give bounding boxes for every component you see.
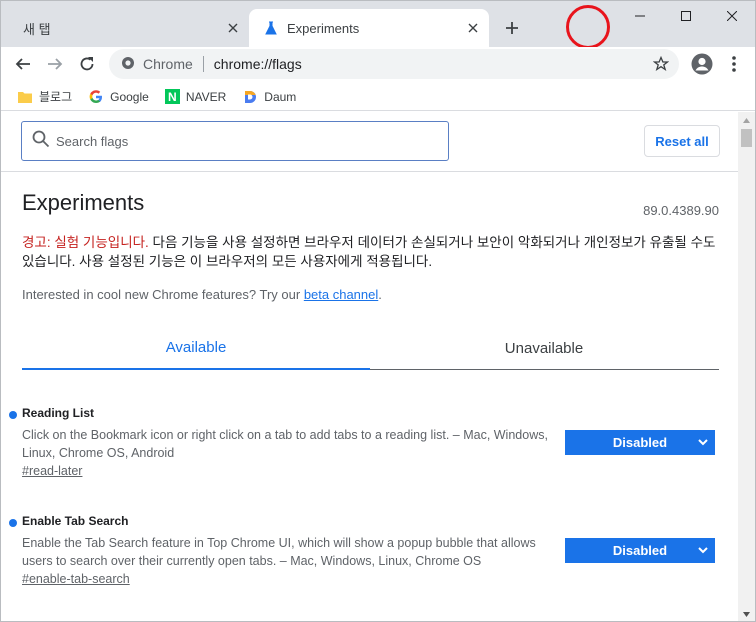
- flag-description: Click on the Bookmark icon or right clic…: [22, 428, 548, 460]
- tab-unavailable[interactable]: Unavailable: [370, 327, 718, 370]
- omnibox-separator: [202, 56, 204, 72]
- menu-button[interactable]: [719, 49, 749, 79]
- google-icon: [88, 89, 104, 105]
- daum-icon: [242, 89, 258, 105]
- scroll-thumb[interactable]: [741, 129, 752, 147]
- tab-strip: 새 탭 Experiments: [1, 1, 755, 49]
- address-bar[interactable]: Chrome chrome://flags: [109, 49, 679, 79]
- search-header: Reset all: [1, 112, 739, 172]
- warning-label: 경고: 실험 기능입니다.: [22, 235, 149, 250]
- minimize-button[interactable]: [617, 1, 663, 31]
- bookmarks-bar: 블로그 Google N NAVER Daum: [1, 83, 755, 111]
- close-icon[interactable]: [463, 18, 483, 38]
- arrow-left-icon: [15, 58, 30, 70]
- flag-name: Enable Tab Search: [22, 514, 129, 528]
- close-icon[interactable]: [223, 18, 243, 38]
- search-icon: [32, 130, 50, 153]
- warning-text: 경고: 실험 기능입니다. 다음 기능을 사용 설정하면 브라우저 데이터가 손…: [22, 233, 722, 271]
- avatar-icon: [691, 53, 713, 75]
- flags-page: Reset all Experiments 89.0.4389.90 경고: 실…: [1, 112, 739, 621]
- tab-experiments[interactable]: Experiments: [249, 9, 489, 47]
- annotation-circle: [566, 5, 610, 49]
- flag-state-value: Disabled: [612, 543, 668, 558]
- beta-channel-note: Interested in cool new Chrome features? …: [22, 287, 382, 302]
- enabled-dot-icon: [9, 411, 17, 419]
- flag-state-value: Disabled: [612, 435, 668, 450]
- flag-name: Reading List: [22, 406, 95, 420]
- chrome-logo-icon: [121, 56, 135, 73]
- chevron-down-icon: [697, 544, 709, 559]
- chevron-down-icon: [697, 436, 709, 451]
- tab-new-tab[interactable]: 새 탭: [9, 9, 249, 47]
- reload-icon: [80, 57, 94, 71]
- beta-channel-link[interactable]: beta channel: [304, 287, 378, 302]
- flag-description: Enable the Tab Search feature in Top Chr…: [22, 536, 536, 568]
- interested-text: Interested in cool new Chrome features? …: [22, 287, 304, 302]
- flag-permalink[interactable]: #read-later: [22, 464, 82, 478]
- page-title: Experiments: [22, 190, 145, 215]
- flask-icon: [263, 20, 279, 36]
- star-icon[interactable]: [651, 54, 671, 74]
- availability-tabs: Available Unavailable: [22, 327, 719, 370]
- interested-end: .: [378, 287, 382, 302]
- scroll-down-arrow-icon[interactable]: [738, 606, 755, 621]
- flag-item: Enable Tab Search Enable the Tab Search …: [1, 514, 739, 594]
- naver-icon: N: [164, 89, 180, 104]
- profile-button[interactable]: [687, 49, 717, 79]
- maximize-button[interactable]: [663, 1, 709, 31]
- bookmark-naver[interactable]: N NAVER: [164, 89, 227, 104]
- bookmark-label: NAVER: [185, 89, 227, 104]
- bookmark-label: 블로그: [39, 90, 73, 104]
- forward-button[interactable]: [40, 49, 70, 79]
- back-button[interactable]: [8, 49, 38, 79]
- omnibox-site-label: Chrome: [143, 56, 193, 72]
- vertical-scrollbar[interactable]: [738, 112, 755, 621]
- search-box[interactable]: [21, 121, 449, 161]
- omnibox-url[interactable]: chrome://flags: [214, 56, 302, 72]
- bookmark-label: Daum: [264, 89, 297, 104]
- tab-title: 새 탭: [23, 21, 51, 37]
- flag-item: Reading List Click on the Bookmark icon …: [1, 406, 739, 486]
- search-input[interactable]: [56, 133, 416, 149]
- close-window-button[interactable]: [709, 1, 755, 31]
- flag-permalink[interactable]: #enable-tab-search: [22, 572, 130, 586]
- browser-window: 새 탭 Experiments Chrome chrome://flags 블로…: [0, 0, 756, 622]
- flag-state-select[interactable]: Disabled: [565, 430, 715, 455]
- reset-all-button[interactable]: Reset all: [644, 125, 720, 157]
- bookmark-google[interactable]: Google: [88, 89, 149, 105]
- tab-available[interactable]: Available: [22, 327, 370, 370]
- new-tab-button[interactable]: [499, 15, 525, 41]
- flag-state-select[interactable]: Disabled: [565, 538, 715, 563]
- toolbar: Chrome chrome://flags: [1, 47, 755, 83]
- bookmark-label: Google: [110, 89, 149, 104]
- folder-icon: [17, 89, 33, 105]
- enabled-dot-icon: [9, 519, 17, 527]
- scroll-up-arrow-icon[interactable]: [738, 112, 755, 129]
- version-label: 89.0.4389.90: [643, 203, 719, 218]
- arrow-right-icon: [48, 58, 63, 70]
- bookmark-daum[interactable]: Daum: [242, 89, 296, 105]
- bookmark-blog[interactable]: 블로그: [17, 88, 72, 105]
- more-vert-icon: [732, 56, 736, 72]
- reload-button[interactable]: [72, 49, 102, 79]
- tab-title: Experiments: [287, 20, 360, 36]
